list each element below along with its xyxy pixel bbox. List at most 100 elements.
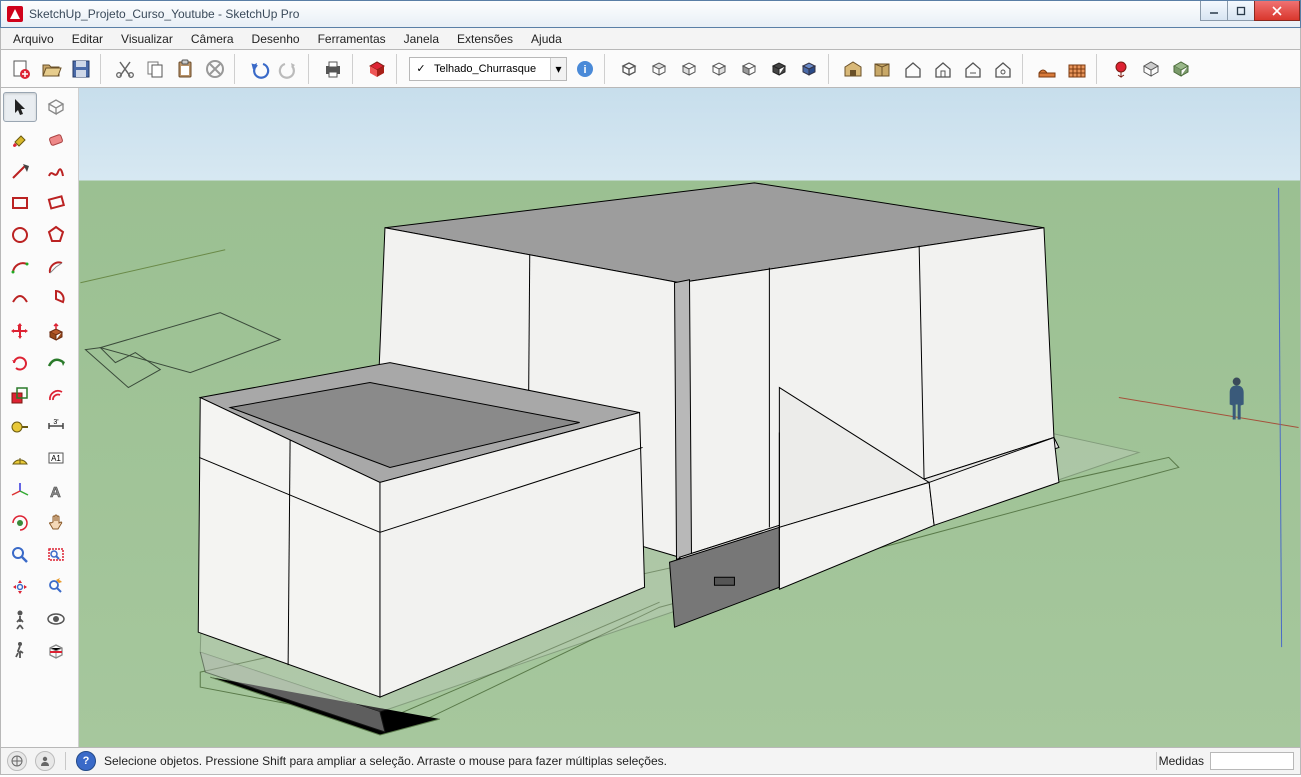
geo-status-icon[interactable] xyxy=(7,751,27,771)
house2-button[interactable] xyxy=(929,55,957,83)
menu-desenho[interactable]: Desenho xyxy=(244,30,308,48)
measurements-input[interactable] xyxy=(1210,752,1294,770)
section-tool[interactable] xyxy=(39,636,73,666)
zoomwindow-tool[interactable] xyxy=(39,540,73,570)
layer-dropdown-arrow-icon[interactable]: ▾ xyxy=(550,58,566,80)
move-tool[interactable] xyxy=(3,316,37,346)
paint-tool[interactable] xyxy=(3,124,37,154)
layer-manager-button[interactable]: i xyxy=(571,55,599,83)
followme-tool[interactable] xyxy=(39,348,73,378)
menu-editar[interactable]: Editar xyxy=(64,30,111,48)
credits-status-icon[interactable] xyxy=(35,751,55,771)
circle-tool[interactable] xyxy=(3,220,37,250)
position-camera-tool[interactable] xyxy=(3,604,37,634)
select-tool[interactable] xyxy=(3,92,37,122)
menu-ajuda[interactable]: Ajuda xyxy=(523,30,570,48)
axes-tool[interactable] xyxy=(3,476,37,506)
paste-button[interactable] xyxy=(171,55,199,83)
top-view-button[interactable] xyxy=(645,55,673,83)
rotate-tool[interactable] xyxy=(3,348,37,378)
svg-text:3': 3' xyxy=(53,419,58,426)
menu-ferramentas[interactable]: Ferramentas xyxy=(310,30,394,48)
line-tool[interactable] xyxy=(3,156,37,186)
make-component-tool[interactable] xyxy=(39,92,73,122)
layer-name-input[interactable] xyxy=(432,63,550,75)
svg-text:A1: A1 xyxy=(51,454,61,463)
open-file-button[interactable] xyxy=(37,55,65,83)
close-button[interactable] xyxy=(1254,1,1300,21)
sandbox1-button[interactable] xyxy=(1033,55,1061,83)
delete-button[interactable] xyxy=(201,55,229,83)
layer-visible-check-icon: ✓ xyxy=(410,62,432,75)
undo-button[interactable] xyxy=(245,55,273,83)
print-button[interactable] xyxy=(319,55,347,83)
viewport[interactable] xyxy=(79,88,1300,747)
rectangle-tool[interactable] xyxy=(3,188,37,218)
viewport-scene xyxy=(79,88,1300,747)
orbit-tool[interactable] xyxy=(3,508,37,538)
component-button[interactable] xyxy=(869,55,897,83)
title-bar: SketchUp_Projeto_Curso_Youtube - SketchU… xyxy=(0,0,1301,28)
status-hint: Selecione objetos. Pressione Shift para … xyxy=(104,754,667,768)
iso-view-button[interactable] xyxy=(615,55,643,83)
front-view-button[interactable] xyxy=(675,55,703,83)
minimize-button[interactable] xyxy=(1200,1,1228,21)
freehand-tool[interactable] xyxy=(39,156,73,186)
previous-view-tool[interactable] xyxy=(39,572,73,602)
house3-button[interactable] xyxy=(959,55,987,83)
copy-button[interactable] xyxy=(141,55,169,83)
svg-text:i: i xyxy=(583,64,586,76)
pan-tool[interactable] xyxy=(39,508,73,538)
arc3-tool[interactable] xyxy=(3,284,37,314)
left-view-button[interactable] xyxy=(765,55,793,83)
layer-dropdown[interactable]: ✓ ▾ xyxy=(409,57,567,81)
back-view-button[interactable] xyxy=(735,55,763,83)
measurements-box: Medidas xyxy=(1154,752,1294,770)
side-toolbar: 3' A1 A xyxy=(1,88,79,747)
house4-button[interactable] xyxy=(989,55,1017,83)
right-view-button[interactable] xyxy=(705,55,733,83)
menu-janela[interactable]: Janela xyxy=(396,30,447,48)
help-status-icon[interactable]: ? xyxy=(76,751,96,771)
menu-bar: Arquivo Editar Visualizar Câmera Desenho… xyxy=(0,28,1301,50)
app-icon xyxy=(7,6,23,22)
new-file-button[interactable] xyxy=(7,55,35,83)
tape-tool[interactable] xyxy=(3,412,37,442)
geo1-button[interactable] xyxy=(1107,55,1135,83)
pie-tool[interactable] xyxy=(39,284,73,314)
maximize-button[interactable] xyxy=(1227,1,1255,21)
model-info-button[interactable] xyxy=(363,55,391,83)
menu-arquivo[interactable]: Arquivo xyxy=(5,30,62,48)
text-tool[interactable]: A1 xyxy=(39,444,73,474)
3dtext-tool[interactable]: A xyxy=(39,476,73,506)
top-toolbar: ✓ ▾ i xyxy=(0,50,1301,88)
sandbox2-button[interactable] xyxy=(1063,55,1091,83)
svg-text:A: A xyxy=(50,484,61,501)
polygon-tool[interactable] xyxy=(39,220,73,250)
protractor-tool[interactable] xyxy=(3,444,37,474)
arc2-tool[interactable] xyxy=(39,252,73,282)
shaded-view-button[interactable] xyxy=(795,55,823,83)
save-file-button[interactable] xyxy=(67,55,95,83)
scale-tool[interactable] xyxy=(3,380,37,410)
cut-button[interactable] xyxy=(111,55,139,83)
zoom-tool[interactable] xyxy=(3,540,37,570)
zoomextents-tool[interactable] xyxy=(3,572,37,602)
warehouse-button[interactable] xyxy=(839,55,867,83)
menu-camera[interactable]: Câmera xyxy=(183,30,242,48)
walk-tool[interactable] xyxy=(3,636,37,666)
lookaround-tool[interactable] xyxy=(39,604,73,634)
house1-button[interactable] xyxy=(899,55,927,83)
eraser-tool[interactable] xyxy=(39,124,73,154)
rotated-rect-tool[interactable] xyxy=(39,188,73,218)
menu-extensoes[interactable]: Extensões xyxy=(449,30,521,48)
pushpull-tool[interactable] xyxy=(39,316,73,346)
redo-button[interactable] xyxy=(275,55,303,83)
dimension-tool[interactable]: 3' xyxy=(39,412,73,442)
geo2-button[interactable] xyxy=(1137,55,1165,83)
geo3-button[interactable] xyxy=(1167,55,1195,83)
offset-tool[interactable] xyxy=(39,380,73,410)
menu-visualizar[interactable]: Visualizar xyxy=(113,30,181,48)
status-bar: ? Selecione objetos. Pressione Shift par… xyxy=(0,748,1301,775)
arc-tool[interactable] xyxy=(3,252,37,282)
